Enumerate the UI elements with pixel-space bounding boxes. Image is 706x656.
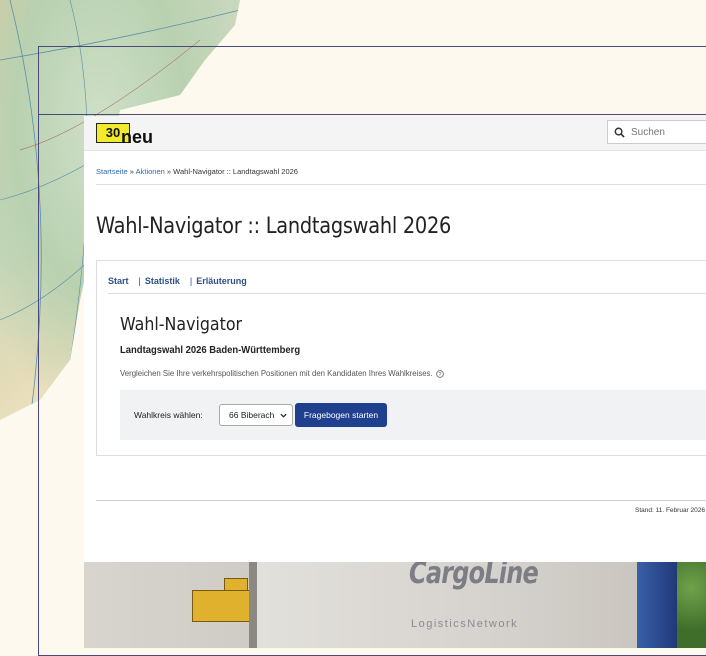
breadcrumb: Startseite » Aktionen » Wahl-Navigator :… xyxy=(96,167,298,176)
navigator-subtitle: Landtagswahl 2026 Baden-Württemberg xyxy=(120,344,301,356)
search-input[interactable] xyxy=(631,126,701,138)
search-box[interactable] xyxy=(607,120,706,144)
navigator-tabs: Start | Statistik | Erläuterung xyxy=(108,276,247,286)
truck-brand-subtitle: LogisticsNetwork xyxy=(411,618,519,630)
tab-separator: | xyxy=(189,276,193,286)
breadcrumb-separator: » xyxy=(129,167,134,176)
breadcrumb-link-startseite[interactable]: Startseite xyxy=(96,167,128,176)
logo-text: neu xyxy=(121,127,154,147)
truck-cab xyxy=(637,562,677,648)
wahlkreis-select[interactable]: 66 Biberach xyxy=(219,404,293,426)
wahlkreis-form: Wahlkreis wählen: 66 Biberach Fragebogen… xyxy=(120,390,706,440)
trailer-sign xyxy=(192,590,250,622)
footer-divider xyxy=(96,500,706,501)
tab-separator: | xyxy=(138,276,141,286)
chevron-down-icon xyxy=(280,413,287,418)
breadcrumb-separator: » xyxy=(166,167,172,176)
tab-start[interactable]: Start xyxy=(108,276,129,286)
browser-page: 30 neu Startseite » Aktionen » Wahl-Navi… xyxy=(84,116,706,562)
trailer-gap xyxy=(249,562,257,648)
tab-erlaeuterung[interactable]: Erläuterung xyxy=(196,276,247,286)
breadcrumb-link-aktionen[interactable]: Aktionen xyxy=(136,167,165,176)
wahlkreis-selected-value: 66 Biberach xyxy=(229,410,275,420)
divider xyxy=(108,293,706,294)
trees xyxy=(677,562,706,648)
divider xyxy=(96,184,706,185)
truck-brand-logo: CargoLine xyxy=(409,562,539,591)
navigator-description: Vergleichen Sie Ihre verkehrspolitischen… xyxy=(120,369,444,378)
tab-statistik[interactable]: Statistik xyxy=(145,276,180,286)
info-icon[interactable]: ? xyxy=(435,369,444,378)
search-icon xyxy=(614,127,625,138)
svg-text:?: ? xyxy=(438,371,441,377)
wahlkreis-label: Wahlkreis wählen: xyxy=(134,410,203,420)
start-questionnaire-button[interactable]: Fragebogen starten xyxy=(295,403,387,427)
page-title: Wahl-Navigator :: Landtagswahl 2026 xyxy=(96,214,452,239)
navigator-description-text: Vergleichen Sie Ihre verkehrspolitischen… xyxy=(120,369,433,378)
navigator-title: Wahl-Navigator xyxy=(120,314,243,335)
truck-photo: CargoLine LogisticsNetwork xyxy=(84,562,706,648)
site-header: 30 neu xyxy=(84,116,706,151)
breadcrumb-current: Wahl-Navigator :: Landtagswahl 2026 xyxy=(173,167,298,176)
last-updated: Stand: 11. Februar 2026 xyxy=(635,507,705,514)
